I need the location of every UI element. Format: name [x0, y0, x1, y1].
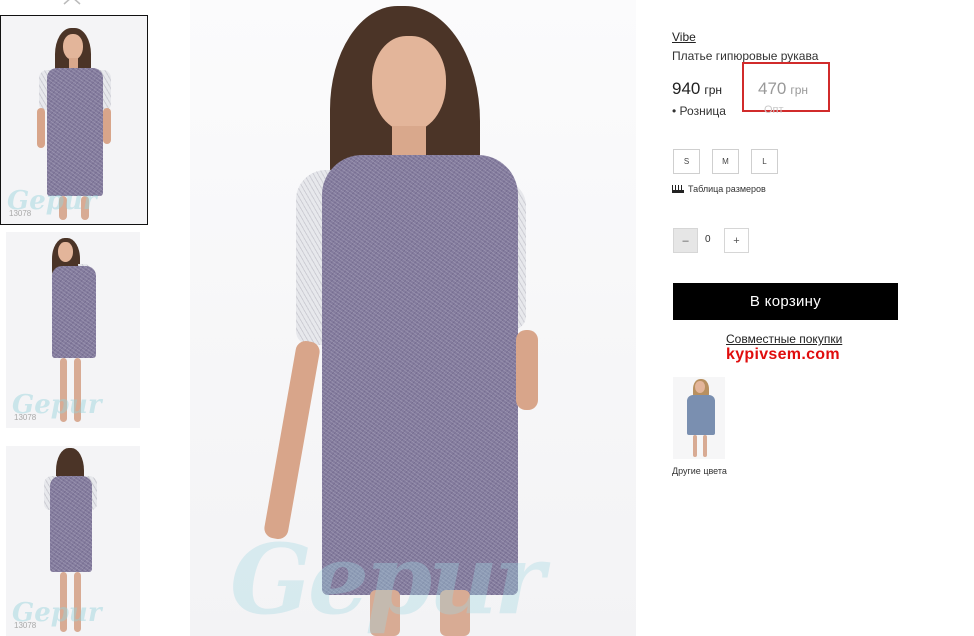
- ruler-icon: [672, 184, 684, 193]
- retail-price-value: 940: [672, 79, 701, 98]
- thumbnail-3[interactable]: Gepur 13078: [6, 446, 140, 636]
- quantity-value[interactable]: 0: [705, 234, 711, 245]
- chevron-up-icon[interactable]: [62, 0, 82, 6]
- retail-price: 940 грн: [672, 79, 722, 99]
- joint-purchases-link[interactable]: Совместные покупки: [726, 332, 842, 346]
- product-name: Платье гипюровые рукава: [672, 49, 819, 63]
- wholesale-price: 470 грн: [758, 79, 808, 99]
- product-info: Vibe Платье гипюровые рукава 940 грн • Ро…: [672, 0, 962, 636]
- quantity-increase-button[interactable]: +: [724, 228, 749, 253]
- wholesale-price-value: 470: [758, 79, 787, 98]
- thumbnail-2[interactable]: Gepur 13078: [6, 232, 140, 428]
- main-product-image[interactable]: Gepur: [190, 0, 636, 636]
- other-color-thumbnail[interactable]: [673, 377, 725, 459]
- size-option-m[interactable]: M: [712, 149, 739, 174]
- watermark: Gepur: [230, 523, 545, 636]
- retail-label: • Розница: [672, 104, 726, 118]
- add-to-cart-button[interactable]: В корзину: [673, 283, 898, 320]
- thumbnail-gallery: Gepur 13078 Gepur 13078 Gepur 13078: [0, 0, 160, 636]
- size-option-l[interactable]: L: [751, 149, 778, 174]
- other-colors-label: Другие цвета: [672, 466, 727, 476]
- product-code: 13078: [9, 209, 32, 218]
- site-logo[interactable]: kypivsem.com: [726, 346, 840, 364]
- model-figure: [681, 379, 721, 459]
- wholesale-label: Опт: [764, 104, 784, 116]
- wholesale-currency: грн: [790, 83, 809, 97]
- brand-link[interactable]: Vibe: [672, 30, 696, 44]
- size-table-link[interactable]: Таблица размеров: [672, 184, 766, 194]
- product-code: 13078: [14, 413, 37, 422]
- thumbnail-1[interactable]: Gepur 13078: [0, 15, 148, 225]
- quantity-decrease-button[interactable]: –: [673, 228, 698, 253]
- retail-currency: грн: [704, 83, 723, 97]
- size-option-s[interactable]: S: [673, 149, 700, 174]
- product-code: 13078: [14, 621, 37, 630]
- size-table-label: Таблица размеров: [688, 184, 766, 194]
